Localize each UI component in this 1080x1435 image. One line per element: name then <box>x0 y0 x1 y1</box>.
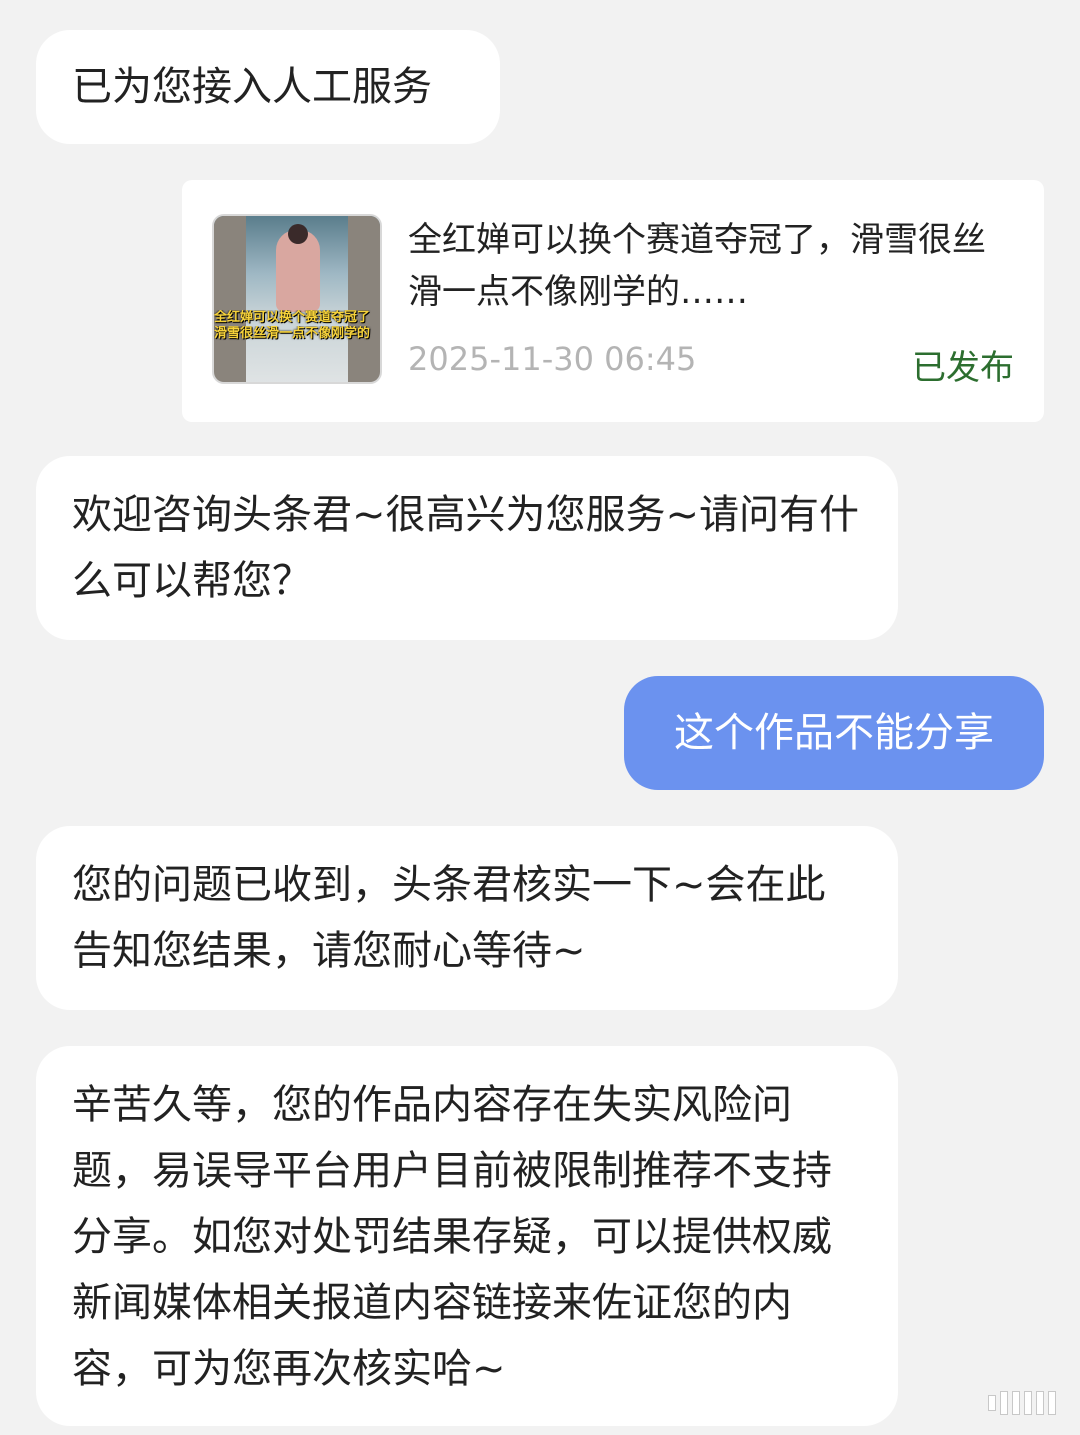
post-title: 全红婵可以换个赛道夺冠了，滑雪很丝滑一点不像刚学的…… <box>408 220 986 312</box>
agent-message-received: 您的问题已收到，头条君核实一下~会在此告知您结果，请您耐心等待~ <box>36 826 898 1010</box>
user-message: 这个作品不能分享 <box>624 676 1044 790</box>
message-text: 您的问题已收到，头条君核实一下~会在此告知您结果，请您耐心等待~ <box>72 862 826 974</box>
bar-shape <box>1000 1391 1008 1415</box>
message-text: 欢迎咨询头条君~很高兴为您服务~请问有什么可以帮您？ <box>72 492 860 604</box>
message-text: 已为您接入人工服务 <box>72 64 432 110</box>
thumbnail-border-left <box>214 216 246 382</box>
bar-shape <box>988 1395 996 1411</box>
skier-helmet <box>288 224 308 244</box>
agent-message-welcome: 欢迎咨询头条君~很高兴为您服务~请问有什么可以帮您？ <box>36 456 898 640</box>
shared-post-card[interactable]: 全红婵可以换个赛道夺冠了 滑雪很丝滑一点不像刚学的 全红婵可以换个赛道夺冠了，滑… <box>182 180 1044 422</box>
bar-shape <box>1036 1391 1044 1415</box>
agent-message-result: 辛苦久等，您的作品内容存在失实风险问题，易误导平台用户目前被限制推荐不支持分享。… <box>36 1046 898 1426</box>
thumbnail-caption-line-1: 全红婵可以换个赛道夺冠了 <box>214 310 371 325</box>
bar-shape <box>1024 1391 1032 1415</box>
thumbnail-border-right <box>348 216 380 382</box>
watermark-bars-icon <box>960 1383 1056 1423</box>
bar-shape <box>1012 1391 1020 1415</box>
post-thumbnail: 全红婵可以换个赛道夺冠了 滑雪很丝滑一点不像刚学的 <box>212 214 382 384</box>
thumbnail-caption-line-2: 滑雪很丝滑一点不像刚学的 <box>214 326 371 341</box>
bar-shape <box>1048 1391 1056 1415</box>
post-date: 2025-11-30 06:45 <box>408 340 697 378</box>
post-status-badge: 已发布 <box>912 348 1014 388</box>
agent-message-connected: 已为您接入人工服务 <box>36 30 500 144</box>
message-text: 辛苦久等，您的作品内容存在失实风险问题，易误导平台用户目前被限制推荐不支持分享。… <box>72 1082 832 1392</box>
